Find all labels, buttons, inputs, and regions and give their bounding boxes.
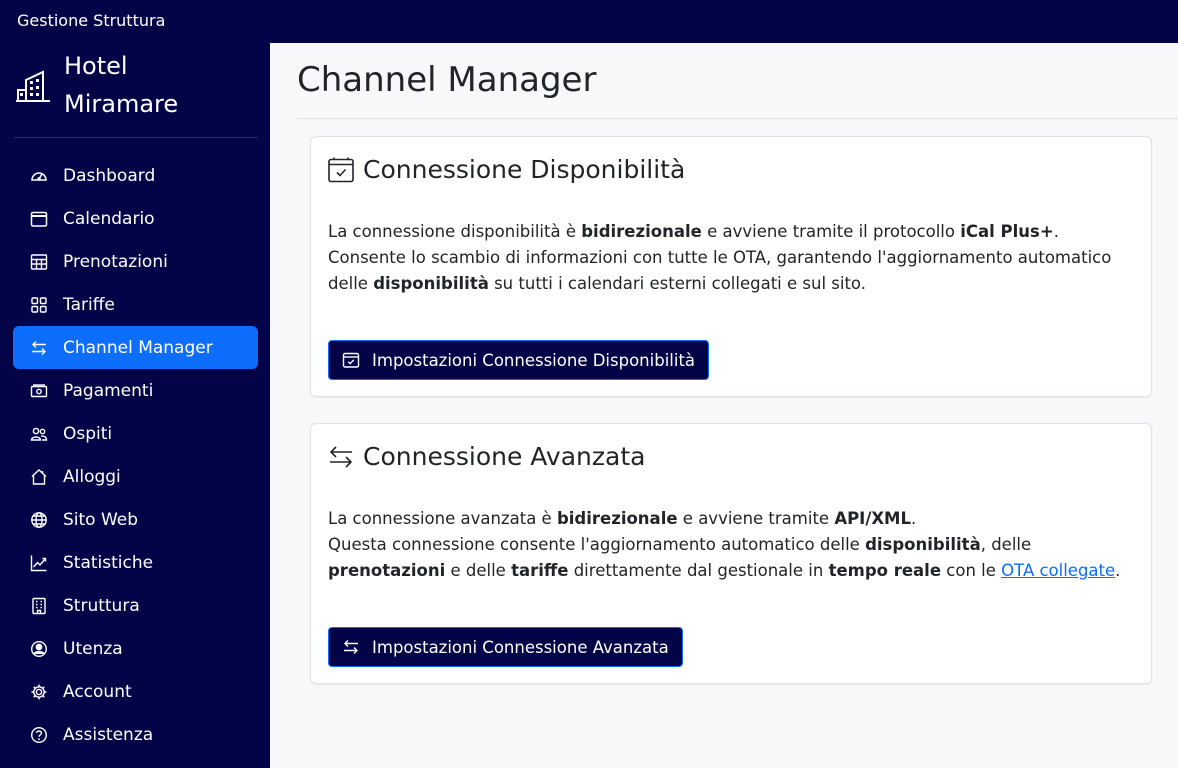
- sidebar-item-calendario[interactable]: Calendario: [13, 197, 258, 240]
- person-circle-icon: [29, 639, 48, 658]
- text: Questa connessione consente l'aggiorname…: [328, 535, 866, 554]
- sidebar-item-assistenza[interactable]: Assistenza: [13, 713, 258, 756]
- ota-collegate-link[interactable]: OTA collegate: [1001, 561, 1115, 580]
- calendar-check-icon: [342, 351, 360, 369]
- arrows-exchange-icon: [29, 338, 48, 357]
- settings-availability-button[interactable]: Impostazioni Connessione Disponibilità: [328, 340, 710, 380]
- calendar-check-icon: [327, 156, 355, 184]
- button-label: Impostazioni Connessione Avanzata: [372, 637, 669, 657]
- sidebar-item-label: Prenotazioni: [63, 251, 168, 272]
- text: e delle: [445, 561, 512, 580]
- cash-icon: [29, 381, 48, 400]
- text: La connessione disponibilità è: [328, 222, 582, 241]
- text: con le: [941, 561, 1002, 580]
- text-bold: API/XML: [834, 509, 911, 528]
- title-divider: [297, 118, 1178, 119]
- text-bold: bidirezionale: [581, 222, 702, 241]
- text-bold: prenotazioni: [328, 561, 446, 580]
- page-title: Channel Manager: [297, 60, 597, 100]
- calendar-icon: [29, 209, 48, 228]
- sidebar-item-label: Sito Web: [63, 509, 139, 530]
- sidebar-item-label: Tariffe: [63, 294, 115, 315]
- text: La connessione avanzata è: [328, 509, 557, 528]
- text: e avviene tramite il protocollo: [701, 222, 961, 241]
- graph-up-icon: [29, 553, 48, 572]
- card-paragraph-1: La connessione disponibilità è bidirezio…: [328, 219, 1138, 245]
- sidebar-item-label: Statistiche: [63, 552, 154, 573]
- card-paragraph-1: La connessione avanzata è bidirezionale …: [328, 506, 1138, 532]
- text: direttamente dal gestionale in: [568, 561, 829, 580]
- sidebar-item-label: Channel Manager: [63, 337, 213, 358]
- sidebar-item-label: Struttura: [63, 595, 140, 616]
- card-connessione-avanzata: Connessione Avanzata La connessione avan…: [310, 423, 1152, 684]
- text-bold: disponibilità: [865, 535, 981, 554]
- speedometer-icon: [29, 166, 48, 185]
- text: .: [1115, 561, 1121, 580]
- sidebar-item-alloggi[interactable]: Alloggi: [13, 455, 258, 498]
- sidebar-item-ospiti[interactable]: Ospiti: [13, 412, 258, 455]
- text: , delle: [980, 535, 1032, 554]
- text: su tutti i calendari esterni collegati e…: [488, 274, 866, 293]
- text-bold: disponibilità: [373, 274, 489, 293]
- hotel-header: Hotel Miramare: [15, 47, 214, 123]
- text: .: [911, 509, 917, 528]
- top-bar: Gestione Struttura: [0, 0, 1178, 43]
- people-icon: [29, 424, 48, 443]
- house-icon: [29, 467, 48, 486]
- sidebar-item-label: Assistenza: [63, 724, 154, 745]
- brand-text[interactable]: Gestione Struttura: [17, 11, 165, 30]
- card-description: La connessione avanzata è bidirezionale …: [328, 506, 1138, 584]
- sidebar-nav: Dashboard Calendario Prenotazioni Tariff…: [13, 154, 258, 756]
- sidebar-item-label: Account: [63, 681, 132, 702]
- sidebar-item-sito-web[interactable]: Sito Web: [13, 498, 258, 541]
- sidebar: Hotel Miramare Dashboard Calendario Pren…: [0, 43, 270, 768]
- card-title: Connessione Avanzata: [327, 442, 645, 471]
- sidebar-item-label: Ospiti: [63, 423, 113, 444]
- settings-advanced-button[interactable]: Impostazioni Connessione Avanzata: [328, 627, 683, 667]
- card-title: Connessione Disponibilità: [327, 155, 685, 184]
- sidebar-item-account[interactable]: Account: [13, 670, 258, 713]
- main-content: Channel Manager Connessione Disponibilit…: [270, 43, 1178, 768]
- grid-icon: [29, 295, 48, 314]
- sidebar-item-tariffe[interactable]: Tariffe: [13, 283, 258, 326]
- text-bold: iCal Plus+: [960, 222, 1054, 241]
- sidebar-divider: [14, 137, 258, 138]
- sidebar-item-pagamenti[interactable]: Pagamenti: [13, 369, 258, 412]
- button-label: Impostazioni Connessione Disponibilità: [372, 350, 696, 370]
- text-bold: tariffe: [511, 561, 569, 580]
- text-bold: bidirezionale: [556, 509, 678, 528]
- sidebar-item-prenotazioni[interactable]: Prenotazioni: [13, 240, 258, 283]
- card-paragraph-2: Questa connessione consente l'aggiorname…: [328, 532, 1138, 584]
- sidebar-item-label: Alloggi: [63, 466, 121, 487]
- gear-icon: [29, 682, 48, 701]
- building-icon: [15, 68, 51, 104]
- card-description: La connessione disponibilità è bidirezio…: [328, 219, 1138, 297]
- sidebar-item-label: Dashboard: [63, 165, 156, 186]
- card-connessione-disponibilita: Connessione Disponibilità La connessione…: [310, 136, 1152, 397]
- sidebar-item-dashboard[interactable]: Dashboard: [13, 154, 258, 197]
- sidebar-item-statistiche[interactable]: Statistiche: [13, 541, 258, 584]
- sidebar-item-channel-manager[interactable]: Channel Manager: [13, 326, 258, 369]
- card-title-text: Connessione Disponibilità: [363, 155, 686, 184]
- globe-icon: [29, 510, 48, 529]
- sidebar-item-struttura[interactable]: Struttura: [13, 584, 258, 627]
- card-paragraph-2: Consente lo scambio di informazioni con …: [328, 245, 1138, 297]
- sidebar-item-label: Calendario: [63, 208, 155, 229]
- sidebar-item-label: Pagamenti: [63, 380, 154, 401]
- table-icon: [29, 252, 48, 271]
- question-circle-icon: [29, 725, 48, 744]
- text: .: [1053, 222, 1059, 241]
- text-bold: tempo reale: [828, 561, 942, 580]
- building-icon: [29, 596, 48, 615]
- text: e avviene tramite: [677, 509, 835, 528]
- arrows-exchange-icon: [342, 638, 360, 656]
- sidebar-item-label: Utenza: [63, 638, 123, 659]
- arrows-exchange-icon: [327, 443, 355, 471]
- sidebar-item-utenza[interactable]: Utenza: [13, 627, 258, 670]
- hotel-name: Hotel Miramare: [64, 52, 179, 118]
- card-title-text: Connessione Avanzata: [363, 442, 646, 471]
